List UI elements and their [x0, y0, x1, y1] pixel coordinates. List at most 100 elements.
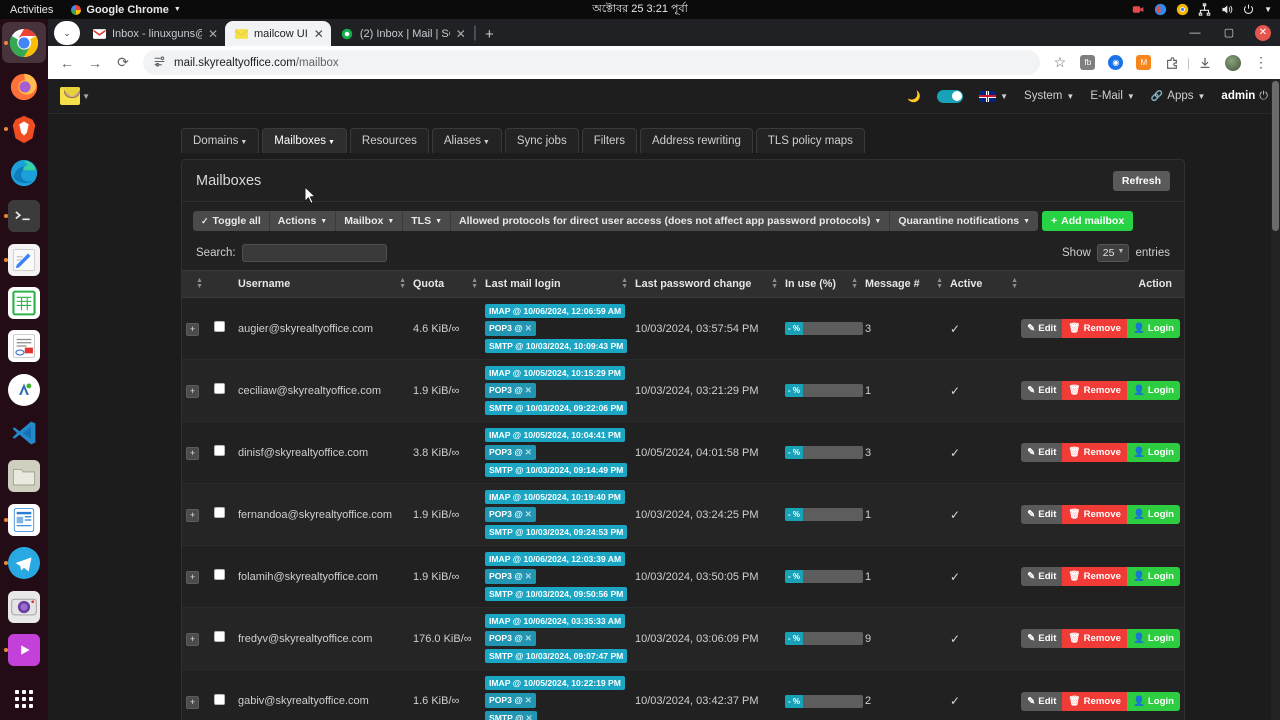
tab-address-rewriting[interactable]: Address rewriting	[640, 128, 753, 153]
expand-row-button[interactable]: +	[186, 385, 199, 398]
minimize-button[interactable]: —	[1178, 19, 1212, 46]
cell-select[interactable]: +	[182, 359, 234, 422]
site-settings-icon[interactable]	[153, 55, 166, 71]
tab-resources[interactable]: Resources	[349, 128, 429, 153]
expand-row-button[interactable]: +	[186, 633, 199, 646]
dock-item-libreoffice-calc[interactable]	[2, 282, 46, 323]
toggle-all-button[interactable]: ✓ Toggle all	[193, 211, 270, 231]
dock-item-anaconda-navigator[interactable]	[2, 369, 46, 410]
profile-avatar-icon[interactable]	[1220, 50, 1246, 76]
actions-dropdown[interactable]: Actions ▼	[269, 211, 337, 231]
nav-apps[interactable]: 🔗 Apps ▼	[1151, 90, 1206, 102]
dock-item-google-chrome[interactable]	[2, 22, 46, 64]
dock-item-microsoft-edge[interactable]	[2, 152, 46, 193]
dock-item-brave[interactable]	[2, 109, 46, 150]
remove-button[interactable]: 🗑 Remove	[1062, 443, 1127, 462]
row-checkbox[interactable]	[214, 321, 226, 332]
chevron-down-icon[interactable]: ▼	[1264, 5, 1272, 14]
row-checkbox[interactable]	[214, 383, 226, 394]
edit-button[interactable]: ✎ Edit	[1021, 629, 1063, 648]
remove-button[interactable]: 🗑 Remove	[1062, 629, 1127, 648]
browser-tab-gmail[interactable]: Inbox - linuxguns@gmail ✕	[83, 21, 225, 46]
extension-blue-icon[interactable]: ◉	[1103, 50, 1129, 76]
entries-select[interactable]: 25 ▼	[1096, 244, 1130, 262]
expand-row-button[interactable]: +	[186, 447, 199, 460]
table-row[interactable]: + gabiv@skyrealtyoffice.com 1.6 KiB/∞ IM…	[182, 669, 1184, 720]
facebook-ext-icon[interactable]: fb	[1075, 50, 1101, 76]
close-window-button[interactable]: ✕	[1246, 19, 1280, 46]
maximize-button[interactable]: ▢	[1212, 19, 1246, 46]
app-menu-chrome[interactable]: Google Chrome ▼	[63, 4, 188, 16]
remove-button[interactable]: 🗑 Remove	[1062, 691, 1127, 711]
mailcow-logo[interactable]: ▼	[60, 83, 90, 109]
table-row[interactable]: + augier@skyrealtyoffice.com 4.6 KiB/∞ I…	[182, 297, 1184, 360]
forward-button[interactable]: →	[82, 50, 108, 76]
nav-email[interactable]: E-Mail ▼	[1090, 90, 1135, 102]
expand-row-button[interactable]: +	[186, 509, 199, 522]
add-mailbox-button[interactable]: + Add mailbox	[1042, 211, 1134, 231]
screen-record-icon[interactable]	[1132, 3, 1145, 16]
dark-mode-toggle[interactable]	[937, 89, 964, 103]
expand-row-button[interactable]: +	[186, 695, 199, 709]
edit-button[interactable]: ✎ Edit	[1021, 567, 1063, 586]
downloads-icon[interactable]	[1192, 50, 1218, 76]
system-tray[interactable]: ▼	[1132, 3, 1272, 16]
row-checkbox[interactable]	[214, 693, 226, 705]
dock-item-files[interactable]	[2, 456, 46, 497]
new-tab-button[interactable]: +	[477, 26, 502, 46]
extensions-icon[interactable]	[1159, 50, 1185, 76]
mailbox-dropdown[interactable]: Mailbox ▼	[336, 211, 404, 231]
dock-item-cheese-camera[interactable]	[2, 586, 46, 627]
nav-system[interactable]: System ▼	[1024, 90, 1074, 102]
metamask-icon[interactable]: M	[1131, 50, 1157, 76]
col-select[interactable]: ▲ ▼	[182, 270, 234, 298]
browser-tab-sogo[interactable]: (2) Inbox | Mail | SOGo Gr ✕	[331, 21, 473, 46]
remove-button[interactable]: 🗑 Remove	[1062, 567, 1127, 586]
dock-item-show-applications[interactable]	[2, 679, 46, 720]
col-last-mail-login[interactable]: Last mail login ▲ ▼	[481, 270, 631, 298]
chrome-tray-icon[interactable]	[1176, 3, 1189, 16]
activities-button[interactable]: Activities	[0, 4, 63, 16]
col-active[interactable]: Active ▲ ▼	[946, 270, 1021, 298]
language-selector[interactable]: ▼	[979, 90, 1008, 102]
table-row[interactable]: + fredyv@skyrealtyoffice.com 176.0 KiB/∞…	[182, 607, 1184, 670]
close-icon[interactable]: ✕	[314, 27, 324, 41]
clock[interactable]: অক্টোবর 25 3:21 পূর্বা	[592, 0, 688, 19]
nav-user[interactable]: admin ⏻	[1221, 90, 1268, 103]
cell-select[interactable]: +	[182, 607, 234, 670]
tab-tls-policy-maps[interactable]: TLS policy maps	[755, 128, 865, 153]
dock-item-terminal[interactable]	[2, 196, 46, 237]
refresh-button[interactable]: Refresh	[1112, 171, 1170, 191]
login-button[interactable]: 👤 Login	[1126, 691, 1180, 711]
tls-dropdown[interactable]: TLS ▼	[403, 211, 452, 231]
login-button[interactable]: 👤 Login	[1126, 567, 1180, 586]
col-in-use[interactable]: In use (%) ▲ ▼	[781, 270, 861, 298]
cell-select[interactable]: +	[182, 545, 234, 608]
tab-sync-jobs[interactable]: Sync jobs	[504, 128, 579, 153]
logout-icon[interactable]: ⏻	[1259, 90, 1268, 103]
browser-tab-mailcow[interactable]: mailcow UI ✕	[225, 21, 331, 46]
expand-row-button[interactable]: +	[186, 571, 199, 584]
dropbox-icon[interactable]	[1154, 3, 1167, 16]
volume-icon[interactable]	[1220, 3, 1233, 16]
remove-button[interactable]: 🗑 Remove	[1062, 505, 1127, 524]
col-last-password-change[interactable]: Last password change ▲ ▼	[631, 270, 781, 298]
dock-item-video-player[interactable]	[2, 629, 46, 670]
col-quota[interactable]: Quota ▲ ▼	[409, 270, 481, 298]
edit-button[interactable]: ✎ Edit	[1021, 691, 1063, 711]
close-icon[interactable]: ✕	[456, 27, 466, 41]
chrome-menu-icon[interactable]: ⋮	[1248, 50, 1274, 76]
dock-item-text-editor[interactable]	[2, 239, 46, 280]
search-input[interactable]	[241, 244, 387, 262]
tab-mailboxes[interactable]: Mailboxes ▼	[262, 128, 347, 153]
edit-button[interactable]: ✎ Edit	[1021, 443, 1063, 462]
dock-item-document-viewer[interactable]	[2, 499, 46, 540]
login-button[interactable]: 👤 Login	[1126, 505, 1180, 524]
tab-domains[interactable]: Domains ▼	[181, 128, 260, 153]
back-button[interactable]: ←	[54, 50, 80, 76]
expand-row-button[interactable]: +	[186, 323, 199, 336]
cell-select[interactable]: +	[182, 297, 234, 360]
login-button[interactable]: 👤 Login	[1126, 319, 1180, 338]
dock-item-libreoffice-writer[interactable]	[2, 326, 46, 367]
cell-select[interactable]: +	[182, 669, 234, 720]
